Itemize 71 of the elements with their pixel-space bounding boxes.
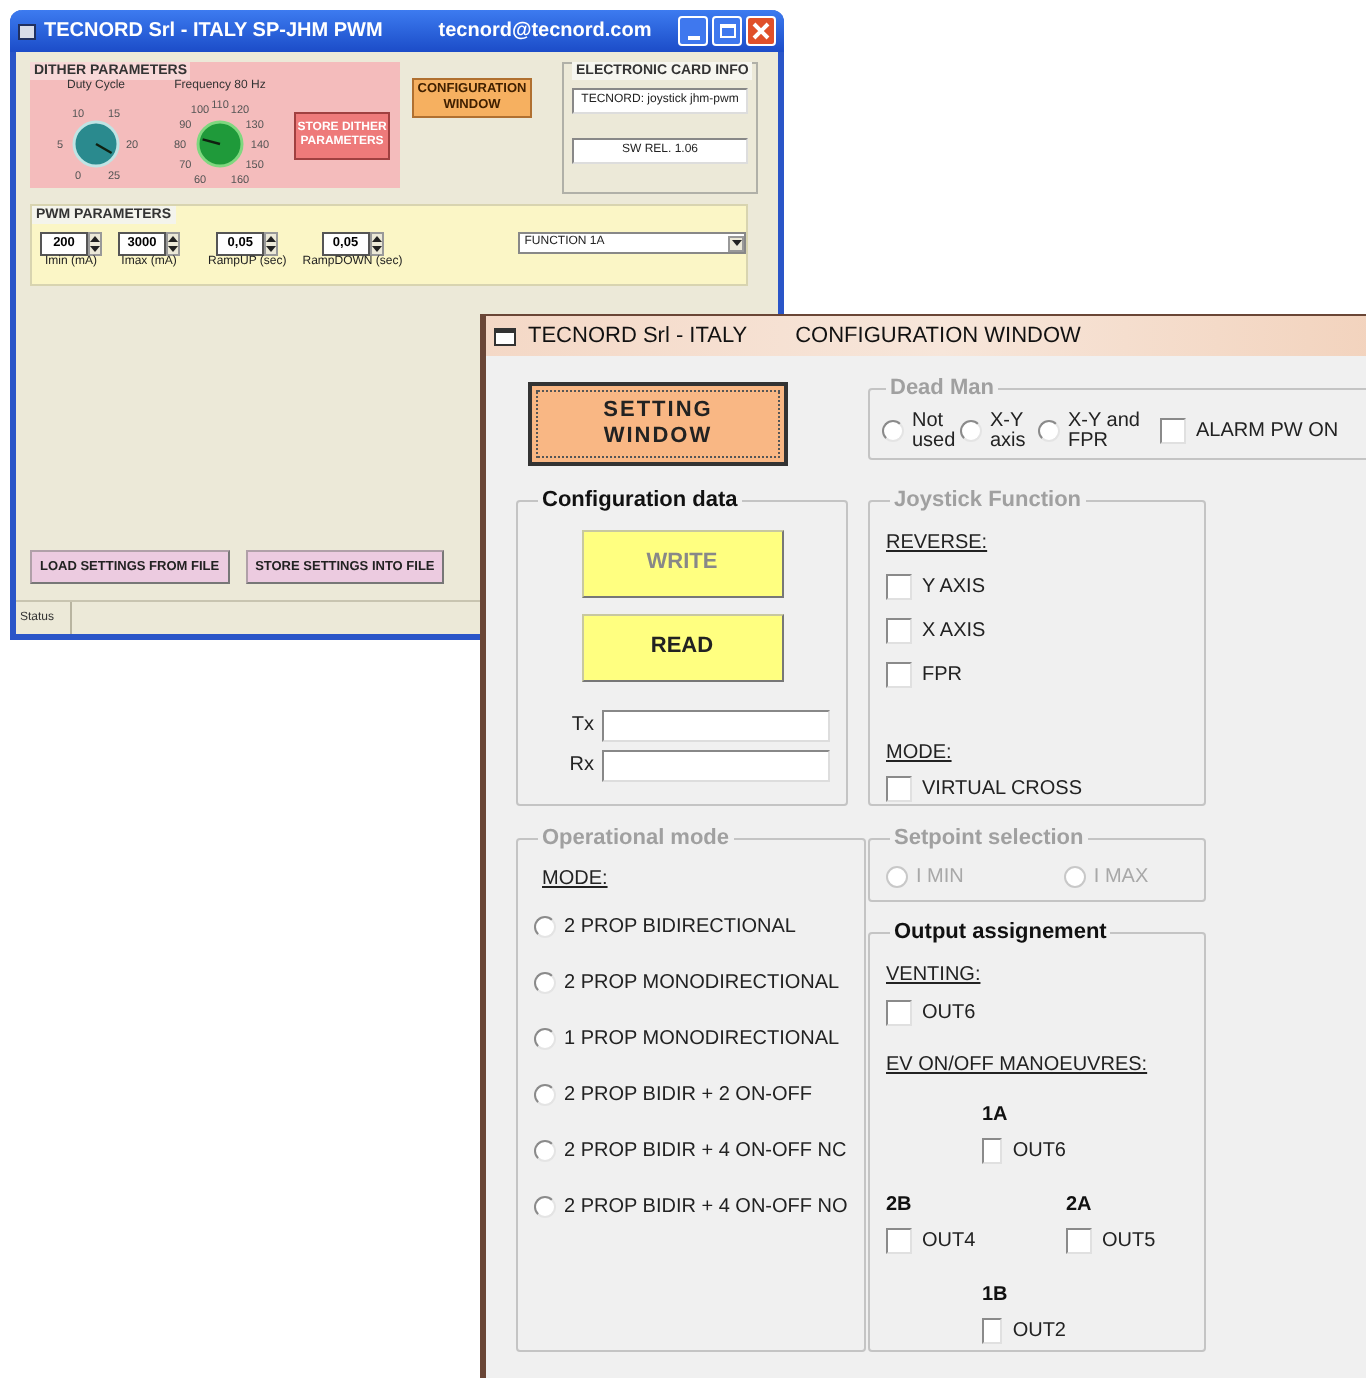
checkbox-label: OUT5	[1102, 1227, 1156, 1255]
knob	[196, 120, 244, 168]
down-arrow-icon	[90, 246, 100, 254]
text-field[interactable]	[602, 709, 830, 741]
dropdown-arrow-icon	[731, 240, 741, 246]
radio-label: Not used	[912, 411, 956, 452]
up-arrow-icon	[168, 234, 178, 242]
spin-button[interactable]	[264, 232, 279, 256]
down-arrow-icon	[371, 246, 382, 254]
section-label: MODE:	[542, 865, 608, 893]
checkbox[interactable]	[1066, 1227, 1092, 1253]
window-title: CONFIGURATION WINDOW	[795, 321, 1081, 352]
up-arrow-icon	[266, 234, 277, 242]
window-title: TECNORD Srl - ITALY SP-JHM PWM	[44, 18, 383, 46]
checkbox-label: ALARM PW ON	[1196, 418, 1339, 447]
section-label: EV ON/OFF MANOEUVRES:	[886, 1051, 1148, 1079]
minimize-button[interactable]	[678, 16, 708, 46]
checkbox-label: Y AXIS	[922, 574, 986, 603]
group-title: Setpoint selection	[892, 824, 1086, 854]
checkbox-label: VIRTUAL CROSS	[922, 776, 1083, 804]
close-button[interactable]	[746, 16, 776, 46]
section-label: VENTING:	[886, 961, 981, 989]
maximize-button[interactable]	[712, 16, 742, 46]
checkbox[interactable]	[982, 1317, 1003, 1343]
field-label: Rx	[567, 752, 594, 780]
section-label: REVERSE:	[886, 530, 988, 559]
radio-label: X-Y axis	[990, 411, 1028, 452]
checkbox-label: OUT4	[922, 1227, 976, 1255]
radio-label: 2 PROP BIDIR + 4 ON-OFF NC	[564, 1137, 847, 1165]
radio-label: I MAX	[1093, 863, 1149, 891]
checkbox-label: FPR	[922, 662, 962, 691]
up-arrow-icon	[90, 234, 100, 242]
radio-label: 2 PROP BIDIRECTIONAL	[564, 913, 796, 941]
checkbox-label: OUT6	[922, 999, 976, 1027]
radio-label: I MIN	[916, 863, 964, 891]
knob	[72, 120, 120, 168]
email-text: tecnord@tecnord.com	[438, 18, 652, 46]
down-arrow-icon	[266, 246, 277, 254]
spin-button[interactable]	[166, 232, 180, 256]
up-arrow-icon	[371, 234, 382, 242]
radio-label: 2 PROP MONODIRECTIONAL	[564, 969, 840, 997]
field-label: Tx	[569, 712, 594, 740]
action-button[interactable]: READ	[581, 613, 783, 681]
radio-label: 2 PROP BIDIR + 4 ON-OFF NO	[564, 1193, 848, 1221]
radio-label: 1 PROP MONODIRECTIONAL	[564, 1025, 840, 1053]
checkbox[interactable]	[886, 999, 912, 1025]
checkbox-label: X AXIS	[922, 618, 986, 647]
checkbox[interactable]	[886, 1227, 912, 1253]
section-label: MODE:	[886, 740, 952, 768]
window-title: TECNORD Srl - ITALY	[528, 321, 748, 352]
output-label: 1A	[982, 1103, 1010, 1127]
group-title: Dead Man	[888, 374, 996, 404]
checkbox[interactable]	[982, 1137, 1003, 1163]
text-field[interactable]	[602, 749, 830, 781]
radio-label: 2 PROP BIDIR + 2 ON-OFF	[564, 1081, 813, 1109]
group-title: Configuration data	[540, 486, 740, 516]
down-arrow-icon	[168, 246, 178, 254]
app-icon	[18, 23, 36, 39]
window-icon	[494, 326, 516, 346]
group-title: Operational mode	[540, 824, 732, 854]
checkbox-label: OUT2	[1012, 1317, 1066, 1345]
group-title: Output assignement	[892, 918, 1109, 948]
close-icon	[752, 22, 770, 40]
output-label: 1B	[982, 1283, 1010, 1307]
setting-window-button[interactable]: SETTING WINDOW	[528, 382, 788, 466]
checkbox-label: OUT6	[1012, 1137, 1066, 1165]
group-title: Joystick Function	[892, 486, 1084, 516]
spin-button[interactable]	[88, 232, 102, 256]
output-label: 2B	[886, 1193, 914, 1217]
output-label: 2A	[1066, 1193, 1094, 1217]
radio-label: X-Y and FPR	[1068, 411, 1142, 452]
